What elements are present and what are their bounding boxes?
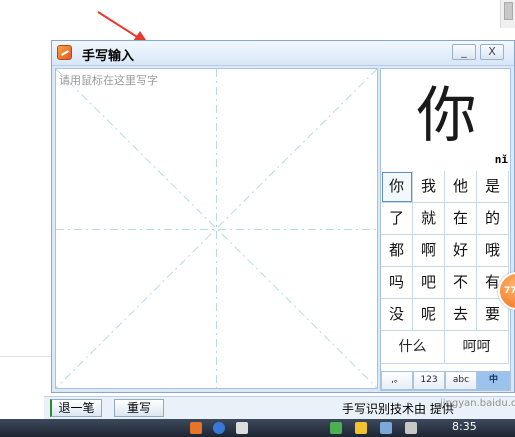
candidate-cell[interactable]: 没 xyxy=(381,299,413,331)
pad-hint: 请用鼠标在这里写字 xyxy=(59,74,158,87)
pencil-app-icon xyxy=(57,45,72,60)
rewrite-button[interactable]: 重写 xyxy=(114,399,164,417)
window-title: 手写输入 xyxy=(82,49,135,64)
candidate-cell[interactable]: 去 xyxy=(445,299,477,331)
candidate-cell[interactable]: 你 xyxy=(381,171,413,203)
mode-bar: ,。 123 abc 中 xyxy=(381,371,510,390)
chinese-mode-button[interactable]: 中 xyxy=(477,371,510,390)
tray-network-icon[interactable] xyxy=(380,422,392,434)
handwriting-window: 手写输入 _ X 请用鼠标在这里写字 你 nǐ 你 我 他 是 了 就 在 的 … xyxy=(51,40,515,393)
word-candidate[interactable]: 什么 xyxy=(381,331,445,364)
bottom-toolbar: 退一笔 重写 手写识别技术由 提供 jingyan.baidu.com xyxy=(44,396,515,419)
tray-volume-icon[interactable] xyxy=(405,422,417,434)
candidate-cell[interactable]: 我 xyxy=(413,171,445,203)
tray-app-icon[interactable] xyxy=(190,422,202,434)
word-candidate[interactable]: 呵呵 xyxy=(445,331,509,364)
candidate-cell[interactable]: 都 xyxy=(381,235,413,267)
candidate-cell[interactable]: 的 xyxy=(477,203,509,235)
close-button[interactable]: X xyxy=(480,44,504,60)
tray-app-icon[interactable] xyxy=(213,422,225,434)
candidate-cell[interactable]: 在 xyxy=(445,203,477,235)
candidate-cell[interactable]: 哦 xyxy=(477,235,509,267)
writing-pad[interactable]: 请用鼠标在这里写字 xyxy=(55,68,378,389)
credit-text: 手写识别技术由 提供 xyxy=(342,402,454,416)
candidate-cell[interactable]: 了 xyxy=(381,203,413,235)
candidate-cell[interactable]: 不 xyxy=(445,267,477,299)
candidate-cell[interactable]: 是 xyxy=(477,171,509,203)
undo-stroke-button[interactable]: 退一笔 xyxy=(50,399,102,417)
title-bar[interactable]: 手写输入 _ X xyxy=(52,41,514,66)
number-mode-button[interactable]: 123 xyxy=(413,371,445,390)
clock[interactable]: 8:35 xyxy=(452,420,477,433)
candidate-cell[interactable]: 他 xyxy=(445,171,477,203)
background-scrollbar[interactable] xyxy=(500,0,515,28)
candidate-cell[interactable]: 啊 xyxy=(413,235,445,267)
candidate-panel: 你 nǐ 你 我 他 是 了 就 在 的 都 啊 好 哦 吗 吧 不 有 没 呢… xyxy=(380,68,511,391)
tray-window-icon[interactable] xyxy=(236,422,248,434)
scrollbar-thumb[interactable] xyxy=(504,2,513,20)
candidate-cell[interactable]: 好 xyxy=(445,235,477,267)
pinyin-label: nǐ xyxy=(494,153,508,166)
recognized-character: 你 xyxy=(416,81,477,151)
guide-lines xyxy=(56,69,377,388)
tray-app-icon[interactable] xyxy=(330,422,342,434)
candidate-cell[interactable]: 呢 xyxy=(413,299,445,331)
punctuation-mode-button[interactable]: ,。 xyxy=(381,371,413,390)
taskbar: 8:35 xyxy=(0,419,515,437)
latin-mode-button[interactable]: abc xyxy=(445,371,477,390)
watermark: jingyan.baidu.com xyxy=(440,398,515,409)
minimize-button[interactable]: _ xyxy=(452,44,476,60)
candidate-cell[interactable]: 吧 xyxy=(413,267,445,299)
candidate-cell[interactable]: 就 xyxy=(413,203,445,235)
tray-app-icon[interactable] xyxy=(355,422,367,434)
candidate-cell[interactable]: 吗 xyxy=(381,267,413,299)
